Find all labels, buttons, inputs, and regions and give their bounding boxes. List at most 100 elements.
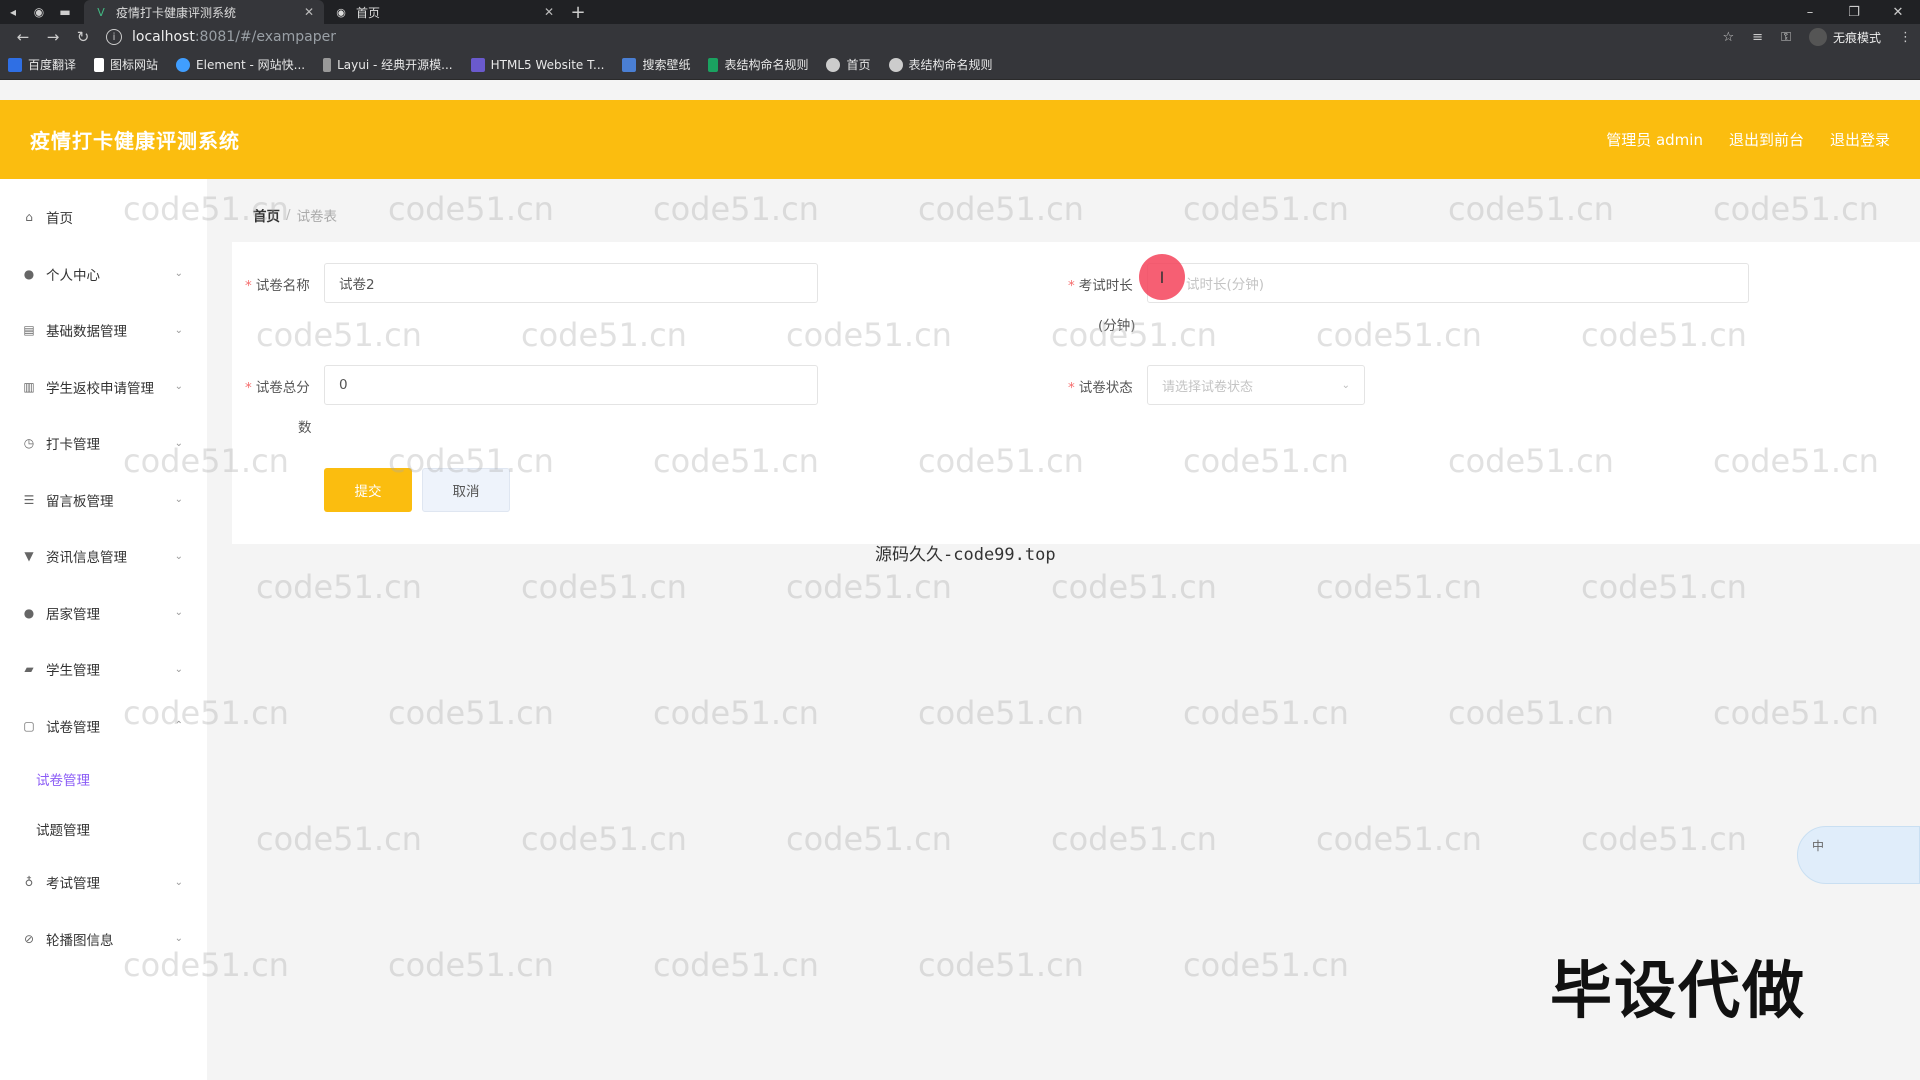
submit-button[interactable]: 提交	[324, 468, 412, 512]
tab-app[interactable]: V 疫情打卡健康评测系统 ✕	[84, 0, 324, 24]
watermark-text: code51.cn	[1183, 694, 1349, 732]
key-icon[interactable]: ⚿	[1781, 30, 1791, 45]
sidebar-item-home-quarantine[interactable]: ● 居家管理 ⌄	[0, 585, 207, 642]
duration-input[interactable]: 试时长(分钟)	[1147, 263, 1749, 303]
required-mark: *	[1068, 278, 1075, 294]
sidebar-subitem-questions[interactable]: 试题管理	[0, 804, 207, 854]
back-icon[interactable]: ←	[8, 28, 38, 46]
score-label: * 试卷总分	[245, 376, 310, 396]
close-window-icon[interactable]: ✕	[1876, 5, 1920, 20]
watermark-text: code51.cn	[653, 190, 819, 228]
logout-link[interactable]: 退出登录	[1830, 129, 1890, 150]
name-input[interactable]: 试卷2	[324, 263, 818, 303]
sidebar-item-exams[interactable]: ♁ 考试管理 ⌄	[0, 854, 207, 911]
incognito-icon	[1808, 28, 1827, 46]
front-link[interactable]: 退出到前台	[1729, 129, 1804, 150]
source-watermark: 源码久久-code99.top	[875, 545, 1056, 565]
minimize-icon[interactable]: –	[1788, 5, 1832, 20]
required-mark: *	[245, 278, 252, 294]
sidebar-item-students[interactable]: ▰ 学生管理 ⌄	[0, 641, 207, 698]
list-icon: ☰	[23, 492, 35, 507]
sidebar-item-home[interactable]: ⌂ 首页	[0, 189, 207, 246]
bookmarks-bar: 百度翻译 图标网站 Element - 网站快... Layui - 经典开源模…	[0, 50, 1920, 80]
reading-list-icon[interactable]: ≡	[1752, 30, 1763, 45]
sidebar-item-label: 轮播图信息	[46, 932, 114, 949]
score-label-cont: 数	[298, 420, 312, 436]
watermark-text: code51.cn	[918, 946, 1084, 984]
audio-icon[interactable]: ◂	[0, 0, 26, 24]
sidebar-item-basedata[interactable]: ▤ 基础数据管理 ⌄	[0, 302, 207, 359]
cancel-button[interactable]: 取消	[422, 468, 510, 512]
bookmark-label: Element - 网站快...	[196, 58, 306, 72]
star-icon[interactable]: ☆	[1723, 30, 1735, 45]
table-icon: ▤	[23, 323, 35, 338]
chevron-down-icon: ⌄	[174, 268, 183, 280]
sidebar-subitem-exampaper[interactable]: 试卷管理	[0, 754, 207, 804]
sidebar-item-label: 首页	[46, 211, 73, 228]
watermark-text: code51.cn	[786, 568, 952, 606]
widget-label: 中	[1812, 839, 1825, 853]
score-label-text: 试卷总分	[255, 380, 310, 396]
sidebar-item-profile[interactable]: ● 个人中心 ⌄	[0, 246, 207, 303]
breadcrumb-home[interactable]: 首页	[253, 205, 280, 225]
watermark-text: code51.cn	[1448, 190, 1614, 228]
vue-icon: V	[97, 5, 105, 19]
globe-icon[interactable]: ◉	[26, 0, 52, 24]
status-label: * 试卷状态	[1068, 376, 1133, 396]
bookmark-item[interactable]: HTML5 Website T...	[470, 57, 604, 72]
close-icon[interactable]: ✕	[304, 5, 314, 19]
sidebar-item-exampaper[interactable]: ▢ 试卷管理 ⌃	[0, 698, 207, 755]
info-icon[interactable]: i	[106, 29, 122, 45]
student-icon: ▰	[24, 662, 34, 677]
restore-icon[interactable]: ❐	[1832, 5, 1876, 20]
watermark-text: code51.cn	[653, 946, 819, 984]
breadcrumb-separator: /	[286, 207, 291, 223]
new-tab-button[interactable]: +	[564, 2, 592, 23]
watermark-text: code51.cn	[1183, 946, 1349, 984]
bookmark-item[interactable]: 表结构命名规则	[708, 56, 808, 73]
floating-widget[interactable]: 中	[1797, 826, 1920, 884]
incognito-badge[interactable]: 无痕模式	[1808, 28, 1881, 46]
bookmark-item[interactable]: Layui - 经典开源模...	[323, 56, 453, 73]
bookmark-item[interactable]: Element - 网站快...	[176, 56, 305, 73]
bookmark-item[interactable]: 搜索壁纸	[622, 56, 690, 73]
status-select[interactable]: 请选择试卷状态 ⌄	[1147, 365, 1365, 405]
duration-unit: (分钟)	[1098, 318, 1136, 334]
watermark-text: code51.cn	[256, 820, 422, 858]
reload-icon[interactable]: ↻	[68, 28, 98, 46]
sidebar-item-label: 个人中心	[46, 267, 100, 284]
sidebar-item-messages[interactable]: ☰ 留言板管理 ⌄	[0, 472, 207, 529]
home-icon: ⌂	[25, 210, 33, 225]
forward-icon[interactable]: →	[38, 28, 68, 46]
sidebar-item-label: 打卡管理	[46, 437, 100, 454]
watermark-text: code51.cn	[388, 694, 554, 732]
url-field[interactable]: i localhost:8081/#/exampaper	[106, 29, 1723, 45]
bookmark-item[interactable]: 首页	[826, 56, 871, 73]
sidebar-item-return[interactable]: ▥ 学生返校申请管理 ⌄	[0, 359, 207, 416]
menu-icon[interactable]: ⋮	[1899, 30, 1912, 45]
bookmark-label: 首页	[846, 58, 871, 72]
bookmark-item[interactable]: 表结构命名规则	[888, 56, 993, 73]
sidebar-item-news[interactable]: ▼ 资讯信息管理 ⌄	[0, 528, 207, 585]
chevron-down-icon: ⌄	[174, 607, 183, 619]
chevron-down-icon: ⌄	[174, 876, 183, 888]
sidebar-item-label: 资讯信息管理	[46, 550, 127, 567]
tab-home[interactable]: ◉ 首页 ✕	[324, 0, 564, 24]
sidebar-item-checkin[interactable]: ◷ 打卡管理 ⌄	[0, 415, 207, 472]
duration-label-text: 考试时长	[1078, 278, 1133, 294]
watermark-text: code51.cn	[1183, 190, 1349, 228]
close-icon[interactable]: ✕	[544, 5, 554, 19]
watermark-text: code51.cn	[1316, 820, 1482, 858]
bookmark-item[interactable]: 图标网站	[94, 56, 158, 73]
url-host: localhost	[132, 29, 195, 45]
address-actions: ☆ ≡ ⚿ 无痕模式 ⋮	[1723, 28, 1912, 46]
score-input[interactable]: 0	[324, 365, 818, 405]
app-title: 疫情打卡健康评测系统	[30, 129, 240, 153]
bookmark-item[interactable]: 百度翻译	[8, 56, 76, 73]
chevron-down-icon: ⌄	[174, 494, 183, 506]
sidebar-subitem-label: 试题管理	[36, 823, 90, 839]
tab-title: 疫情打卡健康评测系统	[116, 5, 237, 20]
chart-icon: ▥	[23, 379, 35, 394]
window-icon[interactable]: ▬	[52, 0, 78, 24]
sidebar-item-carousel[interactable]: ⊘ 轮播图信息 ⌄	[0, 911, 207, 968]
